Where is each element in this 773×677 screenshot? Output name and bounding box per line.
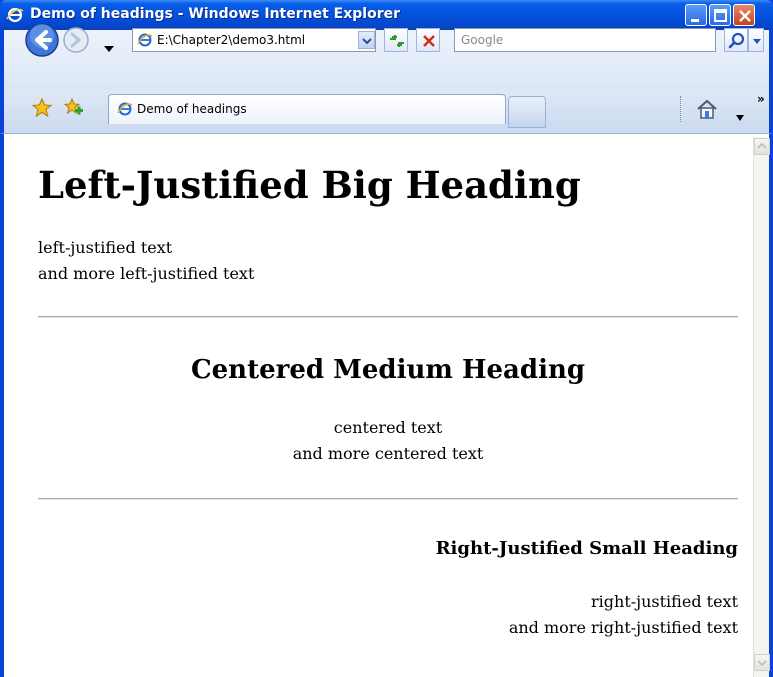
left-text-line-2: and more left-justified text: [38, 264, 255, 283]
search-box[interactable]: Google: [454, 28, 716, 52]
tab-page-icon: [117, 101, 133, 117]
recent-pages-dropdown-icon[interactable]: [104, 37, 114, 52]
search-button[interactable]: [724, 28, 748, 52]
more-toolbar-chevron[interactable]: »: [757, 92, 765, 106]
web-page-content: Left-Justified Big Heading left-justifie…: [20, 137, 753, 677]
vertical-scrollbar[interactable]: [753, 137, 770, 677]
toolbar-separator: [680, 96, 681, 122]
maximize-button[interactable]: [709, 4, 731, 26]
right-text-line-2: and more right-justified text: [508, 618, 738, 637]
big-heading: Left-Justified Big Heading: [38, 163, 581, 207]
home-icon[interactable]: [695, 98, 719, 120]
search-input[interactable]: Google: [461, 33, 503, 47]
scroll-down-button[interactable]: [754, 654, 770, 671]
close-button[interactable]: [733, 4, 755, 26]
search-options-dropdown[interactable]: [748, 28, 764, 52]
favorites-star-icon[interactable]: [31, 97, 53, 118]
left-paragraph: left-justified text and more left-justif…: [38, 235, 254, 287]
address-bar[interactable]: E:\Chapter2\demo3.html: [132, 28, 376, 52]
window-title: Demo of headings - Windows Internet Expl…: [30, 6, 401, 22]
scroll-up-button[interactable]: [754, 138, 770, 155]
refresh-button[interactable]: [384, 28, 408, 52]
address-dropdown-button[interactable]: [358, 31, 375, 49]
stop-button[interactable]: [416, 28, 440, 52]
horizontal-rule-2: [38, 498, 738, 500]
right-text-line-1: right-justified text: [591, 592, 738, 611]
center-paragraph: centered text and more centered text: [38, 415, 738, 467]
title-bar[interactable]: Demo of headings - Windows Internet Expl…: [0, 0, 773, 30]
minimize-button[interactable]: [685, 4, 707, 26]
center-text-line-2: and more centered text: [292, 444, 484, 463]
home-dropdown-icon[interactable]: [736, 106, 744, 121]
tab-demo-of-headings[interactable]: Demo of headings: [108, 94, 506, 124]
ie-logo-icon: [6, 6, 24, 24]
tab-label: Demo of headings: [137, 102, 247, 116]
horizontal-rule-1: [38, 316, 738, 318]
new-tab-button[interactable]: [508, 96, 546, 128]
back-button[interactable]: [24, 22, 60, 58]
right-paragraph: right-justified text and more right-just…: [38, 589, 738, 641]
address-input[interactable]: E:\Chapter2\demo3.html: [157, 33, 305, 47]
browser-window: Demo of headings - Windows Internet Expl…: [0, 0, 773, 677]
center-text-line-1: centered text: [333, 418, 443, 437]
forward-button[interactable]: [62, 26, 90, 54]
left-text-line-1: left-justified text: [38, 238, 173, 257]
page-icon: [137, 32, 153, 48]
medium-heading: Centered Medium Heading: [190, 355, 586, 385]
small-heading: Right-Justified Small Heading: [435, 538, 738, 559]
add-favorite-icon[interactable]: [63, 97, 84, 118]
